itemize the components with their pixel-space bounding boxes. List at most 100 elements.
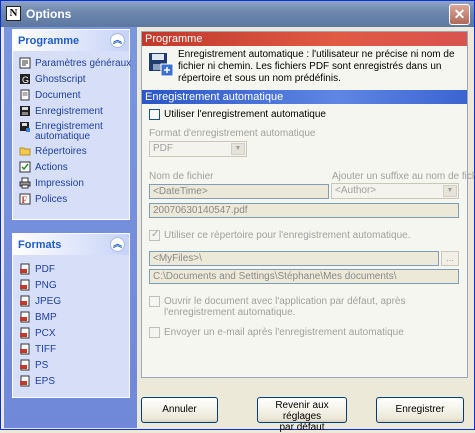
svg-text:G: G [22,75,29,85]
sidebar-item-eps[interactable]: EPS [19,374,129,390]
open-document-checkbox[interactable] [149,296,160,307]
sidebar-item-tiff[interactable]: TIFF [19,342,129,358]
formats-list: PDF PNG JPEG BMP PCX TIFF PS EPS [13,256,129,390]
sidebar-item-bmp[interactable]: BMP [19,310,129,326]
open-document-label: Ouvrir le document avec l'application pa… [164,296,406,318]
programme-panel-header[interactable]: Programme ︽ [13,30,129,51]
eps-file-icon [20,375,30,387]
sidebar-item-label: PCX [35,328,56,339]
formats-panel: Formats ︽ PDF PNG JPEG BMP PCX TIFF PS E… [12,233,130,398]
sidebar-item-label: TIFF [35,344,57,355]
window-title: Options [26,7,72,21]
sidebar-item-label: Répertoires [35,146,87,157]
chevron-down-icon: ▼ [231,143,245,155]
sidebar-item-label: Impression [35,178,84,189]
directory-preview: C:\Documents and Settings\Stéphane\Mes d… [149,269,459,284]
restore-defaults-line2: par défaut [279,422,325,433]
sidebar-item-label: BMP [35,312,57,323]
programme-list: Paramètres généraux G Ghostscript Docume… [13,52,132,208]
programme-section-header: Programme [142,32,467,46]
client-area: Programme ︽ Paramètres généraux G Ghosts… [4,27,475,433]
auto-save-icon [149,53,174,77]
suffix-select[interactable]: <Author> ▼ [331,183,459,199]
settings-icon [19,57,31,69]
jpeg-file-icon [20,295,30,307]
sidebar-item-label: Document [35,90,81,101]
folder-icon [19,147,31,156]
sidebar-item-label: EPS [35,376,56,387]
sidebar-item-label: Enregistrement [35,106,103,117]
use-directory-checkbox[interactable]: ✓ [149,229,160,241]
printer-icon [19,177,31,189]
sidebar: Programme ︽ Paramètres généraux G Ghosts… [4,27,137,428]
save-icon [20,106,30,116]
sidebar-item-pdf[interactable]: PDF [19,262,129,278]
actions-icon [19,161,31,173]
save-button[interactable]: Enregistrer [376,397,464,423]
pdf-file-icon [20,263,30,275]
options-window: N Options ✕ Programme ︽ Paramètres génér… [0,0,475,433]
restore-defaults-button[interactable]: Revenir aux réglages par défaut [257,397,347,433]
sidebar-item-jpeg[interactable]: JPEG [19,294,129,310]
filename-preview: 20070630140547.pdf [149,203,459,218]
programme-description: Enregistrement automatique : l'utilisate… [178,49,455,84]
document-icon [20,89,30,101]
sidebar-item-label: Actions [35,162,68,173]
sidebar-item-actions[interactable]: Actions [19,160,129,176]
pcx-file-icon [20,327,30,339]
use-auto-save-label: Utiliser l'enregistrement automatique [164,109,326,120]
close-button[interactable]: ✕ [449,4,470,25]
title-bar[interactable]: N Options ✕ [1,1,474,27]
png-file-icon [20,279,30,291]
filename-label: Nom de fichier [149,171,214,182]
options-content: Programme Enregistrement automatique : l… [141,31,475,378]
ghostscript-icon: G [20,74,30,85]
format-select[interactable]: PDF ▼ [149,141,247,157]
svg-text:F: F [22,195,28,205]
auto-save-icon [20,122,30,132]
auto-save-section-header: Enregistrement automatique [142,90,467,104]
sidebar-item-enregistrement[interactable]: Enregistrement [19,104,129,120]
fonts-icon: F [19,193,31,205]
filename-input[interactable]: <DateTime> [149,184,329,199]
collapse-chevron-icon[interactable]: ︽ [110,33,125,48]
sidebar-item-label: Enregistrement automatique [35,121,103,142]
browse-button[interactable]: ... [441,251,459,266]
sidebar-item-label: PDF [35,264,55,275]
sidebar-item-label: Paramètres généraux [35,58,132,69]
cancel-button[interactable]: Annuler [141,397,218,423]
tiff-file-icon [20,343,30,355]
app-logo-icon: N [6,6,21,21]
formats-panel-header[interactable]: Formats ︽ [13,234,129,255]
sidebar-item-polices[interactable]: F Polices [19,192,129,208]
sidebar-item-enregistrement-automatique[interactable]: Enregistrement automatique [19,120,129,144]
use-auto-save-checkbox[interactable] [149,109,160,120]
sidebar-item-document[interactable]: Document [19,88,129,104]
programme-panel: Programme ︽ Paramètres généraux G Ghosts… [12,29,132,220]
formats-panel-title: Formats [18,239,62,251]
format-label: Format d'enregistrement automatique [149,128,316,139]
chevron-down-icon: ▼ [443,185,457,197]
sidebar-item-png[interactable]: PNG [19,278,129,294]
suffix-label: Ajouter un suffixe au nom de fichier [332,171,475,182]
sidebar-item-ghostscript[interactable]: G Ghostscript [19,72,129,88]
ps-file-icon [20,359,30,371]
sidebar-item-pcx[interactable]: PCX [19,326,129,342]
sidebar-item-label: Ghostscript [35,74,86,85]
sidebar-item-ps[interactable]: PS [19,358,129,374]
bmp-file-icon [20,311,30,323]
sidebar-item-impression[interactable]: Impression [19,176,129,192]
sidebar-item-label: PNG [35,280,57,291]
suffix-select-value: <Author> [335,185,377,196]
send-email-label: Envoyer un e-mail après l'enregistrement… [164,327,404,338]
format-select-value: PDF [153,143,173,154]
sidebar-item-label: Polices [35,194,68,205]
sidebar-item-parametres-generaux[interactable]: Paramètres généraux [19,56,132,72]
send-email-checkbox[interactable] [149,327,160,338]
sidebar-item-label: PS [35,360,49,371]
use-directory-label: Utiliser ce répertoire pour l'enregistre… [164,230,411,241]
sidebar-item-repertoires[interactable]: Répertoires [19,144,129,160]
directory-input[interactable]: <MyFiles>\ [149,251,439,266]
collapse-chevron-icon[interactable]: ︽ [110,237,125,252]
programme-panel-title: Programme [18,35,80,47]
